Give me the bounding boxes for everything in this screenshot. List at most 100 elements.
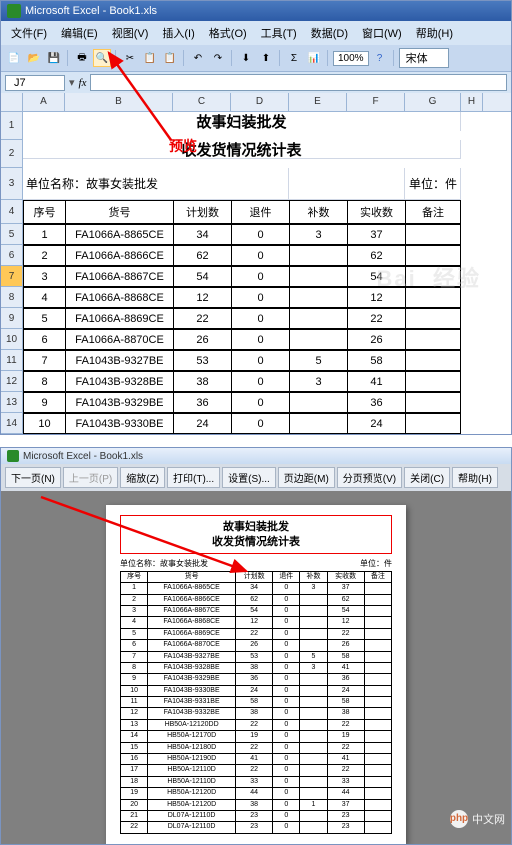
menu-item[interactable]: 数据(D)	[305, 23, 354, 43]
row-header[interactable]: 7	[1, 266, 23, 287]
cell[interactable]: 22	[348, 309, 406, 329]
row-header[interactable]: 8	[1, 287, 23, 308]
cell[interactable]: 54	[348, 267, 406, 287]
cell[interactable]: 9	[24, 393, 66, 413]
cell[interactable]	[406, 393, 461, 413]
cell[interactable]: 8	[24, 372, 66, 392]
cell[interactable]: 0	[232, 330, 290, 350]
empty-cell[interactable]	[289, 168, 405, 200]
col-header[interactable]: C	[173, 93, 231, 111]
sheet-title-2[interactable]: 收发货情况统计表	[23, 140, 461, 159]
preview-toolbar-button[interactable]: 页边距(M)	[278, 467, 335, 488]
cell[interactable]	[406, 372, 461, 392]
cell[interactable]	[406, 414, 461, 434]
formula-bar[interactable]	[90, 74, 507, 91]
col-header[interactable]: F	[347, 93, 405, 111]
row-header[interactable]: 12	[1, 371, 23, 392]
cell[interactable]: FA1066A-8868CE	[66, 288, 174, 308]
cell[interactable]: 34	[174, 225, 232, 245]
cell[interactable]: 5	[24, 309, 66, 329]
th[interactable]: 退件	[232, 201, 290, 224]
menu-item[interactable]: 帮助(H)	[410, 23, 459, 43]
cell[interactable]: FA1066A-8866CE	[66, 246, 174, 266]
cell[interactable]: 54	[174, 267, 232, 287]
cell[interactable]: 12	[174, 288, 232, 308]
cell[interactable]: 4	[24, 288, 66, 308]
sum-icon[interactable]: Σ	[285, 49, 303, 67]
cell[interactable]: FA1043B-9327BE	[66, 351, 174, 371]
cell[interactable]: 0	[232, 267, 290, 287]
sort-desc-icon[interactable]: ⬆	[257, 49, 275, 67]
menu-item[interactable]: 插入(I)	[156, 23, 200, 43]
cell[interactable]	[290, 393, 348, 413]
font-selector[interactable]: 宋体	[399, 48, 449, 68]
cell[interactable]: 0	[232, 414, 290, 434]
th[interactable]: 备注	[406, 201, 461, 224]
cell[interactable]	[290, 309, 348, 329]
preview-toolbar-button[interactable]: 分页预览(V)	[337, 467, 402, 488]
th[interactable]: 货号	[66, 201, 174, 224]
cell[interactable]: 5	[290, 351, 348, 371]
menu-item[interactable]: 工具(T)	[255, 23, 303, 43]
preview-toolbar-button[interactable]: 关闭(C)	[404, 467, 450, 488]
preview-toolbar-button[interactable]: 下一页(N)	[5, 467, 61, 488]
copy-icon[interactable]: 📋	[141, 49, 159, 67]
th[interactable]: 序号	[24, 201, 66, 224]
cell[interactable]: 0	[232, 225, 290, 245]
cell[interactable]: 0	[232, 393, 290, 413]
cell[interactable]: 26	[348, 330, 406, 350]
col-header[interactable]: A	[23, 93, 65, 111]
cell[interactable]	[290, 267, 348, 287]
cell[interactable]: 3	[290, 225, 348, 245]
col-header[interactable]: H	[461, 93, 483, 111]
cell[interactable]: FA1066A-8865CE	[66, 225, 174, 245]
cell[interactable]: 12	[348, 288, 406, 308]
cell[interactable]: FA1043B-9329BE	[66, 393, 174, 413]
cell[interactable]: 7	[24, 351, 66, 371]
menu-item[interactable]: 格式(O)	[203, 23, 253, 43]
undo-icon[interactable]: ↶	[189, 49, 207, 67]
cell[interactable]	[406, 246, 461, 266]
cell[interactable]	[290, 246, 348, 266]
cell[interactable]: FA1066A-8867CE	[66, 267, 174, 287]
row-header[interactable]: 5	[1, 224, 23, 245]
row-header[interactable]: 6	[1, 245, 23, 266]
row-header[interactable]: 3	[1, 168, 23, 200]
preview-toolbar-button[interactable]: 打印(T)...	[167, 467, 220, 488]
preview-canvas[interactable]: 故事妇装批发 收发货情况统计表 单位名称：故事女装批发 单位：件 序号货号计划数…	[1, 491, 511, 844]
open-icon[interactable]: 📂	[25, 49, 43, 67]
new-icon[interactable]: 📄	[5, 49, 23, 67]
menu-item[interactable]: 文件(F)	[5, 23, 53, 43]
paste-icon[interactable]: 📋	[161, 49, 179, 67]
cell[interactable]: 53	[174, 351, 232, 371]
cell[interactable]: 36	[348, 393, 406, 413]
cell[interactable]: 0	[232, 372, 290, 392]
cell[interactable]	[406, 309, 461, 329]
row-header[interactable]: 4	[1, 200, 23, 224]
cell[interactable]: 10	[24, 414, 66, 434]
preview-toolbar-button[interactable]: 设置(S)...	[222, 467, 276, 488]
cell[interactable]	[406, 330, 461, 350]
cell[interactable]	[406, 225, 461, 245]
cell[interactable]: FA1066A-8870CE	[66, 330, 174, 350]
print-icon[interactable]: 🖶	[73, 49, 91, 67]
cell[interactable]: 6	[24, 330, 66, 350]
cell[interactable]: 0	[232, 288, 290, 308]
dropdown-icon[interactable]: ▾	[69, 76, 75, 89]
cell[interactable]: 1	[24, 225, 66, 245]
row-header[interactable]: 2	[1, 140, 23, 168]
cell[interactable]: 22	[174, 309, 232, 329]
menu-item[interactable]: 窗口(W)	[356, 23, 408, 43]
cell[interactable]	[406, 351, 461, 371]
sort-asc-icon[interactable]: ⬇	[237, 49, 255, 67]
cell[interactable]	[290, 414, 348, 434]
preview-toolbar-button[interactable]: 上一页(P)	[63, 467, 118, 488]
preview-toolbar-button[interactable]: 缩放(Z)	[120, 467, 165, 488]
cell[interactable]: 24	[348, 414, 406, 434]
unit-name-cell[interactable]: 单位名称：故事女装批发	[23, 168, 289, 200]
cell[interactable]: 3	[290, 372, 348, 392]
cell[interactable]	[406, 267, 461, 287]
cell[interactable]: 0	[232, 351, 290, 371]
help-icon[interactable]: ?	[371, 49, 389, 67]
cell[interactable]: 3	[24, 267, 66, 287]
